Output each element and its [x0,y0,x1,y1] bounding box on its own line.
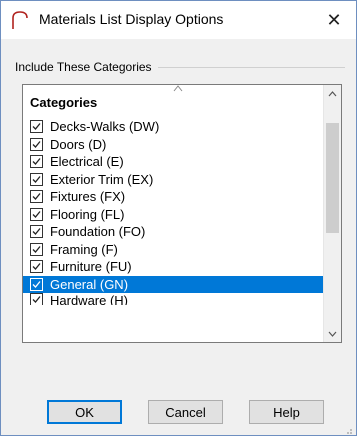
list-item[interactable]: Hardware (H) [23,293,323,305]
scrollbar-thumb[interactable] [326,123,339,233]
list-item-label: Decks-Walks (DW) [50,119,160,135]
checkbox[interactable] [30,190,43,204]
list-item-label: Hardware (H) [50,293,129,305]
checkbox[interactable] [30,207,43,221]
list-header[interactable]: Categories [23,85,323,115]
list-item-label: Fixtures (FX) [50,189,126,205]
checkbox[interactable] [30,260,43,274]
scroll-up-icon[interactable] [324,85,341,102]
checkbox[interactable] [30,277,43,291]
list-item[interactable]: General (GN) [23,275,323,293]
list-item[interactable]: Flooring (FL) [23,206,323,224]
window-title: Materials List Display Options [39,11,224,27]
list-item[interactable]: Decks-Walks (DW) [23,118,323,136]
list-item-label: Furniture (FU) [50,259,132,275]
arch-app-icon [10,10,30,30]
list-item[interactable]: Fixtures (FX) [23,188,323,206]
list-item[interactable]: Framing (F) [23,241,323,259]
checkbox[interactable] [30,242,43,256]
list-item[interactable]: Electrical (E) [23,153,323,171]
ok-button[interactable]: OK [47,400,122,424]
list-item-label: Foundation (FO) [50,224,146,240]
list-item[interactable]: Doors (D) [23,136,323,154]
list-item[interactable]: Furniture (FU) [23,258,323,276]
list-item-label: General (GN) [50,276,129,292]
resize-grip-icon[interactable] [343,422,353,434]
close-icon[interactable]: ✕ [312,1,356,39]
list-item-label: Electrical (E) [50,154,124,170]
list-item[interactable]: Exterior Trim (EX) [23,171,323,189]
sort-arrow-icon [173,85,183,95]
categories-header: Categories [30,95,98,110]
list-item[interactable]: Foundation (FO) [23,223,323,241]
title-bar[interactable]: Materials List Display Options ✕ [1,1,356,39]
dialog-window: Materials List Display Options ✕ Include… [0,0,357,436]
scroll-down-icon[interactable] [324,325,341,342]
vertical-scrollbar[interactable] [323,85,341,342]
checkbox[interactable] [30,137,43,151]
checkbox[interactable] [30,172,43,186]
checkbox[interactable] [30,293,43,305]
categories-listbox[interactable]: Categories Decks-Walks (DW) Doors (D) Elec… [22,84,342,343]
group-label: Include These Categories [15,60,158,74]
list-item-label: Framing (F) [50,241,118,257]
list-item-label: Doors (D) [50,136,107,152]
list-item-label: Exterior Trim (EX) [50,171,154,187]
list-item-label: Flooring (FL) [50,206,125,222]
checkbox[interactable] [30,225,43,239]
checkbox[interactable] [30,120,43,134]
cancel-button[interactable]: Cancel [148,400,223,424]
help-button[interactable]: Help [249,400,324,424]
category-rows: Decks-Walks (DW) Doors (D) Electrical (E) E… [23,118,323,305]
checkbox[interactable] [30,155,43,169]
